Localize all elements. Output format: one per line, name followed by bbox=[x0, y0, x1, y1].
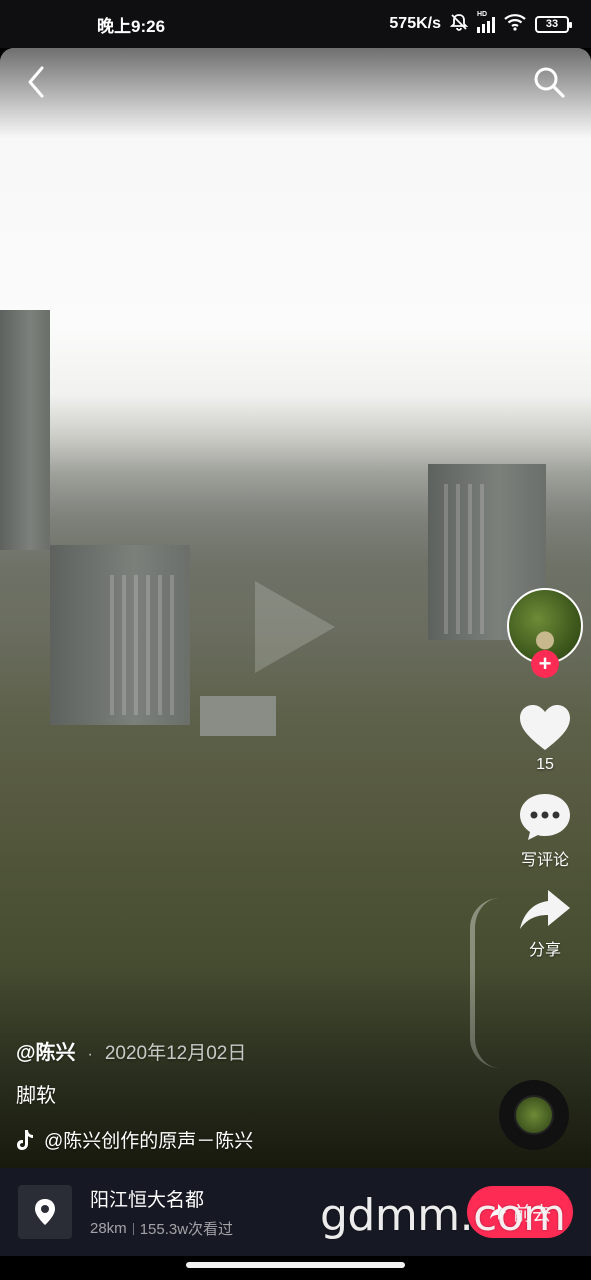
share-label: 分享 bbox=[528, 942, 561, 959]
post-description: 脚软 bbox=[16, 1085, 56, 1107]
meta-divider bbox=[132, 1222, 134, 1235]
action-column: + 15 写评论 分享 bbox=[505, 588, 585, 960]
net-speed: 575K/s bbox=[389, 15, 441, 32]
back-button[interactable] bbox=[16, 62, 56, 102]
top-shade bbox=[0, 48, 591, 138]
scene-low-building bbox=[200, 696, 276, 736]
post-info: @陈兴 · 2020年12月02日 脚软 @陈兴创作的原声－陈兴 bbox=[16, 1036, 486, 1153]
music-title: @陈兴创作的原声－陈兴 bbox=[44, 1131, 254, 1152]
share-arrow-icon bbox=[520, 890, 570, 929]
wifi-icon bbox=[503, 13, 527, 36]
location-views: 155.3w次看过 bbox=[139, 1221, 234, 1238]
follow-button[interactable]: + bbox=[531, 650, 559, 678]
network-badge: HD bbox=[477, 11, 488, 18]
battery-icon: 33 bbox=[535, 15, 572, 33]
mute-bell-icon bbox=[449, 12, 469, 37]
tiktok-note-icon bbox=[17, 1129, 33, 1150]
comment-icon bbox=[520, 794, 570, 840]
share-button[interactable]: 分享 bbox=[518, 888, 572, 960]
author-name[interactable]: @陈兴 bbox=[16, 1036, 76, 1065]
battery-level: 33 bbox=[545, 18, 559, 30]
post-date: 2020年12月02日 bbox=[104, 1043, 247, 1064]
like-count: 15 bbox=[536, 756, 554, 773]
status-time: 晚上9:26 bbox=[97, 16, 166, 36]
home-indicator[interactable] bbox=[186, 1262, 405, 1268]
music-link[interactable]: @陈兴创作的原声－陈兴 bbox=[16, 1126, 486, 1153]
search-button[interactable] bbox=[529, 62, 569, 102]
author-row: @陈兴 · 2020年12月02日 bbox=[16, 1036, 486, 1065]
location-pin-box bbox=[18, 1185, 72, 1239]
signal-icon: HD bbox=[477, 11, 495, 33]
comment-label: 写评论 bbox=[520, 852, 569, 869]
scene-building-center bbox=[50, 545, 190, 725]
location-distance: 28km bbox=[90, 1220, 127, 1237]
status-indicators: 575K/s HD 33 bbox=[389, 11, 572, 37]
heart-icon bbox=[520, 705, 570, 750]
music-cover bbox=[514, 1095, 554, 1135]
status-bar: 晚上9:26 575K/s HD 33 bbox=[0, 0, 591, 48]
comment-button[interactable]: 写评论 bbox=[518, 792, 572, 870]
scene-tower-left bbox=[0, 310, 50, 550]
chevron-left-icon bbox=[28, 66, 44, 98]
system-nav-bar bbox=[0, 1256, 591, 1280]
search-icon bbox=[534, 67, 565, 98]
music-disc[interactable] bbox=[499, 1080, 569, 1150]
like-button[interactable]: 15 bbox=[518, 704, 572, 774]
video-player[interactable] bbox=[0, 48, 591, 1168]
location-pin-icon bbox=[35, 1199, 55, 1225]
watermark: gdmm.com bbox=[320, 1190, 566, 1241]
author-avatar-button[interactable]: + bbox=[507, 588, 583, 678]
separator-dot: · bbox=[87, 1046, 93, 1063]
play-icon[interactable] bbox=[255, 581, 335, 673]
